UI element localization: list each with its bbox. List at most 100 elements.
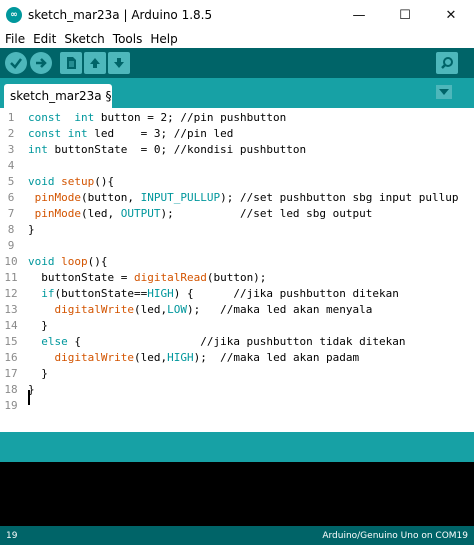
- line-number: 14: [4, 319, 18, 332]
- code-line: 1 const int button = 2; //pin pushbutton: [0, 110, 474, 126]
- editor-scrollbar[interactable]: [462, 108, 474, 432]
- upload-button[interactable]: [30, 52, 52, 74]
- line-number: 13: [4, 303, 18, 316]
- code-token: { //jika pushbutton tidak ditekan: [67, 335, 406, 348]
- tab-menu-button[interactable]: [436, 85, 452, 99]
- title-bar: ∞ sketch_mar23a | Arduino 1.8.5 — ☐ ✕: [0, 0, 474, 30]
- code-line: 15 else { //jika pushbutton tidak diteka…: [0, 334, 474, 350]
- menu-sketch[interactable]: Sketch: [60, 32, 108, 46]
- code-text: const int led = 3; //pin led: [28, 126, 233, 142]
- console-output[interactable]: [0, 462, 474, 526]
- window-title: sketch_mar23a | Arduino 1.8.5: [28, 8, 213, 22]
- menu-file[interactable]: File: [1, 32, 29, 46]
- code-line: 16 digitalWrite(led,HIGH); //maka led ak…: [0, 350, 474, 366]
- code-text: }: [28, 222, 35, 238]
- code-line: 6 pinMode(button, INPUT_PULLUP); //set p…: [0, 190, 474, 206]
- code-line: 3 int buttonState = 0; //kondisi pushbutt…: [0, 142, 474, 158]
- maximize-button[interactable]: ☐: [382, 0, 428, 30]
- status-board: Arduino/Genuino Uno on COM19: [322, 530, 468, 541]
- code-token: (buttonState==: [54, 287, 148, 300]
- code-line: 10 void loop(){: [0, 254, 474, 270]
- menu-tools[interactable]: Tools: [109, 32, 147, 46]
- line-number: 16: [4, 351, 18, 364]
- menu-help[interactable]: Help: [146, 32, 181, 46]
- line-number: 19: [4, 399, 18, 412]
- code-token: (led,: [80, 207, 121, 220]
- code-text: digitalWrite(led,LOW); //maka led akan m…: [28, 302, 373, 318]
- status-bar: 19 Arduino/Genuino Uno on COM19: [0, 526, 474, 545]
- code-token: int: [74, 111, 95, 124]
- code-token: button = 2; //pin pushbutton: [94, 111, 287, 124]
- tab-sketch[interactable]: sketch_mar23a §: [4, 84, 112, 108]
- code-line: 11 buttonState = digitalRead(button);: [0, 270, 474, 286]
- code-token: if: [41, 287, 55, 300]
- code-line: 5 void setup(){: [0, 174, 474, 190]
- code-text: else { //jika pushbutton tidak ditekan: [28, 334, 406, 350]
- code-editor[interactable]: 1 const int button = 2; //pin pushbutton 2…: [0, 108, 474, 432]
- code-token: (led,: [133, 351, 168, 364]
- code-text: }: [28, 366, 48, 382]
- code-line: 4: [0, 158, 474, 174]
- line-number: 18: [4, 383, 18, 396]
- status-line-number: 19: [6, 530, 18, 541]
- code-token: buttonState =: [28, 271, 134, 284]
- code-text: void loop(){: [28, 254, 108, 270]
- line-number: 1: [7, 111, 15, 124]
- verify-button[interactable]: [5, 52, 27, 74]
- code-token: (button,: [80, 191, 141, 204]
- save-button[interactable]: [108, 52, 130, 74]
- line-number: 10: [4, 255, 18, 268]
- new-icon: [67, 57, 76, 69]
- code-token: void: [28, 175, 55, 188]
- code-line: 12 if(buttonState==HIGH) { //jika pushbu…: [0, 286, 474, 302]
- code-token: buttonState = 0; //kondisi pushbutton: [47, 143, 307, 156]
- code-token: (){: [94, 175, 115, 188]
- code-token: led = 3; //pin led: [87, 127, 234, 140]
- code-token: void: [28, 255, 55, 268]
- line-number: 7: [7, 207, 15, 220]
- code-token: }: [28, 319, 48, 332]
- save-icon: [114, 58, 124, 68]
- close-button[interactable]: ✕: [428, 0, 474, 30]
- code-text: int buttonState = 0; //kondisi pushbutto…: [28, 142, 306, 158]
- verify-icon: [10, 58, 22, 69]
- code-token: else: [41, 335, 68, 348]
- code-token: digitalWrite: [54, 351, 134, 364]
- code-token: }: [28, 367, 48, 380]
- minimize-button[interactable]: —: [336, 0, 382, 30]
- code-line: 2 const int led = 3; //pin led: [0, 126, 474, 142]
- code-text: pinMode(led, OUTPUT); //set led sbg outp…: [28, 206, 373, 222]
- message-area: [0, 432, 474, 462]
- code-token: digitalWrite: [54, 303, 134, 316]
- code-text: const int button = 2; //pin pushbutton: [28, 110, 286, 126]
- open-button[interactable]: [84, 52, 106, 74]
- menu-edit[interactable]: Edit: [29, 32, 60, 46]
- new-button[interactable]: [60, 52, 82, 74]
- line-number: 15: [4, 335, 18, 348]
- code-line: 14 }: [0, 318, 474, 334]
- code-text: buttonState = digitalRead(button);: [28, 270, 266, 286]
- code-token: ); //set pushbutton sbg input pullup: [220, 191, 459, 204]
- code-token: digitalRead: [133, 271, 207, 284]
- open-icon: [90, 58, 100, 68]
- code-token: ) { //jika pushbutton ditekan: [173, 287, 399, 300]
- code-token: int: [28, 143, 48, 156]
- code-token: (button);: [206, 271, 267, 284]
- code-line: 13 digitalWrite(led,LOW); //maka led aka…: [0, 302, 474, 318]
- line-number: 17: [4, 367, 18, 380]
- code-text: if(buttonState==HIGH) { //jika pushbutto…: [28, 286, 399, 302]
- code-token: HIGH: [167, 351, 194, 364]
- code-text: void setup(){: [28, 174, 114, 190]
- code-token: loop: [61, 255, 88, 268]
- code-token: INPUT_PULLUP: [140, 191, 221, 204]
- serial-monitor-button[interactable]: [436, 52, 458, 74]
- code-token: LOW: [167, 303, 187, 316]
- code-line: 17 }: [0, 366, 474, 382]
- code-token: (){: [87, 255, 108, 268]
